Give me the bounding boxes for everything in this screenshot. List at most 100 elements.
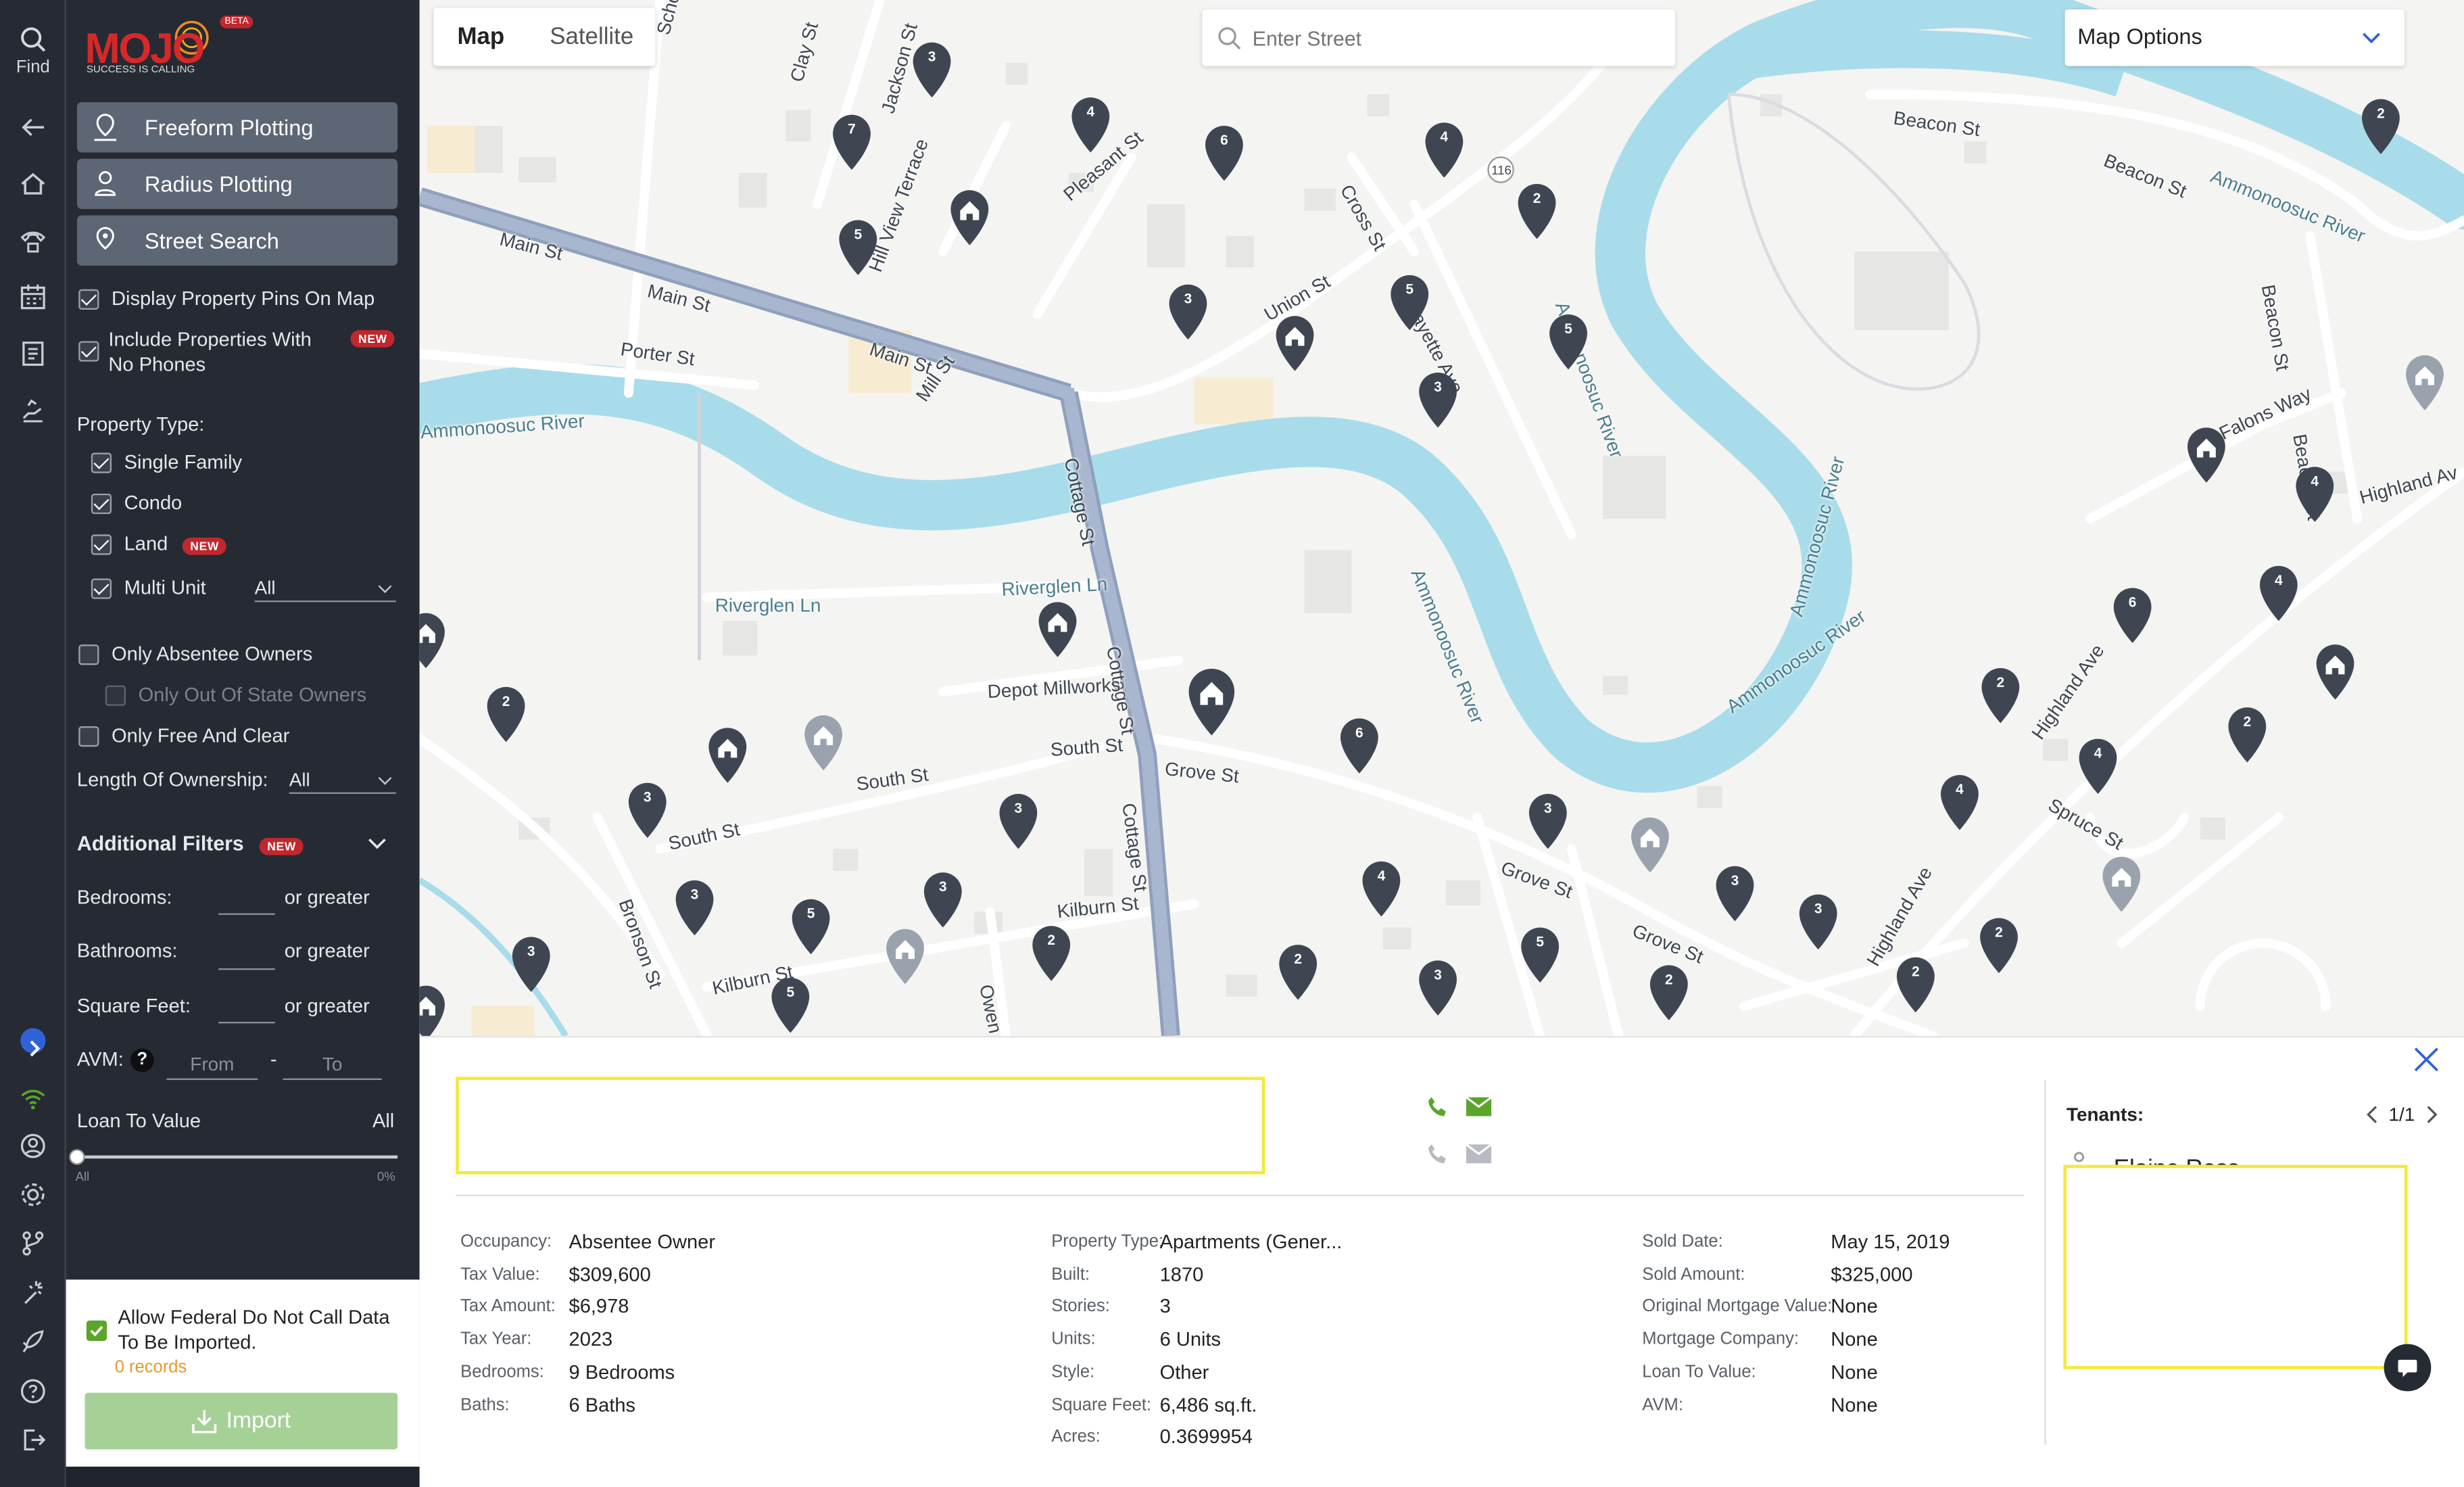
map-pin[interactable]: 2 — [1515, 181, 1559, 240]
map-pin[interactable]: 3 — [921, 870, 965, 929]
chat-button[interactable] — [2384, 1344, 2432, 1392]
back-arrow-icon[interactable] — [13, 107, 53, 147]
map-pin[interactable]: 2 — [1276, 941, 1320, 1001]
help-icon[interactable] — [13, 1371, 53, 1411]
radius-plotting-button[interactable]: Radius Plotting — [76, 158, 398, 210]
multi-unit-checkbox[interactable] — [91, 578, 112, 599]
no-phones-checkbox[interactable] — [78, 341, 99, 362]
map-pin[interactable]: 2 — [1979, 665, 2023, 724]
map-pin[interactable]: 2 — [484, 684, 528, 743]
expand-icon[interactable] — [20, 1028, 46, 1057]
absentee-checkbox[interactable] — [78, 644, 99, 665]
close-icon[interactable] — [2412, 1045, 2440, 1074]
map-pin[interactable]: 4 — [2293, 464, 2337, 523]
find-button[interactable]: Find — [0, 19, 66, 77]
map-pin[interactable]: 3 — [1416, 369, 1460, 429]
single-family-checkbox[interactable] — [91, 452, 112, 473]
phone-icon[interactable] — [1427, 1095, 1449, 1118]
branch-icon[interactable] — [13, 1223, 53, 1264]
free-clear-checkbox[interactable] — [78, 726, 99, 747]
house-pin-icon[interactable] — [1036, 599, 1080, 659]
tab-satellite[interactable]: Satellite — [528, 8, 655, 66]
map-pin[interactable]: 5 — [1547, 311, 1591, 371]
map-pin[interactable]: 3 — [996, 790, 1040, 850]
display-pins-checkbox[interactable] — [78, 289, 99, 310]
map-pin[interactable]: 4 — [1937, 772, 1981, 831]
multi-unit-select[interactable]: All — [254, 577, 396, 603]
map-pin[interactable]: 5 — [836, 217, 880, 277]
house-pin-icon[interactable] — [2184, 425, 2228, 484]
home-icon[interactable] — [13, 164, 53, 204]
gear-icon[interactable] — [13, 1175, 53, 1215]
notes-icon[interactable] — [13, 333, 53, 374]
map-canvas[interactable]: Main St Main St Main St Porter St Mill St Cot… — [419, 0, 2464, 1036]
map-pin[interactable]: 5 — [1518, 924, 1562, 984]
house-pin-icon[interactable] — [1628, 814, 1672, 874]
logout-icon[interactable] — [13, 1419, 53, 1460]
ltv-slider-thumb[interactable] — [69, 1149, 85, 1165]
house-pin-icon[interactable] — [1273, 313, 1317, 373]
map-options-select[interactable]: Map Options — [2064, 9, 2405, 66]
avm-to-input[interactable]: To — [283, 1054, 382, 1081]
out-of-state-checkbox[interactable] — [105, 685, 126, 706]
sqft-input[interactable] — [218, 1001, 275, 1024]
house-pin-icon[interactable] — [419, 610, 448, 669]
land-checkbox[interactable] — [91, 534, 112, 555]
map-pin[interactable]: 3 — [1416, 958, 1460, 1017]
email-icon[interactable] — [1465, 1143, 1493, 1165]
avm-from-input[interactable]: From — [166, 1054, 258, 1081]
map-pin[interactable]: 3 — [1713, 863, 1757, 922]
street-search-button[interactable]: Street Search — [76, 215, 398, 266]
map-pin[interactable]: 3 — [1166, 281, 1210, 341]
house-pin-icon[interactable] — [419, 983, 448, 1036]
additional-filters-title[interactable]: Additional Filters — [77, 832, 244, 855]
house-pin-icon[interactable] — [2313, 641, 2357, 701]
map-pin[interactable]: 6 — [2110, 585, 2154, 644]
map-pin[interactable]: 2 — [1647, 962, 1691, 1022]
street-search-input[interactable] — [1252, 22, 1662, 54]
federal-dnc-checkbox[interactable] — [86, 1320, 107, 1341]
map-pin[interactable]: 2 — [2225, 704, 2269, 763]
map-pin[interactable]: 2 — [1030, 923, 1073, 983]
map-pin[interactable]: 2 — [1893, 954, 1937, 1014]
map-pin[interactable]: 4 — [1069, 94, 1113, 154]
phone-icon[interactable] — [1427, 1143, 1449, 1165]
freeform-plotting-button[interactable]: Freeform Plotting — [76, 102, 398, 153]
house-pin-icon[interactable] — [2402, 352, 2446, 412]
chevron-right-icon[interactable] — [2423, 1104, 2439, 1126]
map-pin[interactable]: 7 — [829, 112, 873, 171]
house-pin-icon[interactable] — [802, 712, 846, 772]
map-pin[interactable]: 4 — [1359, 858, 1403, 918]
map-pin[interactable]: 3 — [1796, 891, 1840, 951]
bathrooms-input[interactable] — [218, 948, 275, 970]
rocket-icon[interactable] — [13, 1321, 53, 1361]
calendar-icon[interactable] — [13, 277, 53, 317]
map-pin[interactable]: 5 — [789, 896, 833, 955]
map-pin[interactable]: 6 — [1202, 122, 1246, 182]
chevron-down-icon[interactable] — [368, 836, 387, 852]
house-pin-icon[interactable] — [2100, 853, 2144, 913]
tab-map[interactable]: Map — [434, 8, 528, 66]
condo-checkbox[interactable] — [91, 493, 112, 515]
chevron-left-icon[interactable] — [2365, 1104, 2381, 1126]
map-pin[interactable]: 3 — [625, 780, 669, 839]
map-pin[interactable]: 2 — [1977, 915, 2021, 974]
import-button[interactable]: Import — [84, 1392, 398, 1450]
email-icon[interactable] — [1465, 1095, 1493, 1118]
map-pin[interactable]: 6 — [1337, 715, 1381, 775]
house-pin-icon[interactable] — [883, 926, 927, 985]
user-icon[interactable] — [13, 1125, 53, 1166]
avm-help-icon[interactable]: ? — [130, 1048, 154, 1072]
house-pin-icon[interactable] — [1183, 665, 1240, 737]
hand-icon[interactable] — [13, 390, 53, 431]
map-pin[interactable]: 3 — [910, 39, 954, 99]
map-pin[interactable]: 5 — [1388, 272, 1432, 331]
map-pin[interactable]: 3 — [509, 934, 553, 993]
map-pin[interactable]: 3 — [673, 877, 717, 937]
sparkle-icon[interactable] — [13, 1272, 53, 1313]
map-pin[interactable]: 4 — [2076, 736, 2120, 795]
map-pin[interactable]: 2 — [2359, 96, 2402, 156]
map-pin[interactable]: 4 — [2256, 563, 2300, 622]
map-pin[interactable]: 4 — [1422, 120, 1466, 179]
dialer-icon[interactable] — [13, 220, 53, 260]
